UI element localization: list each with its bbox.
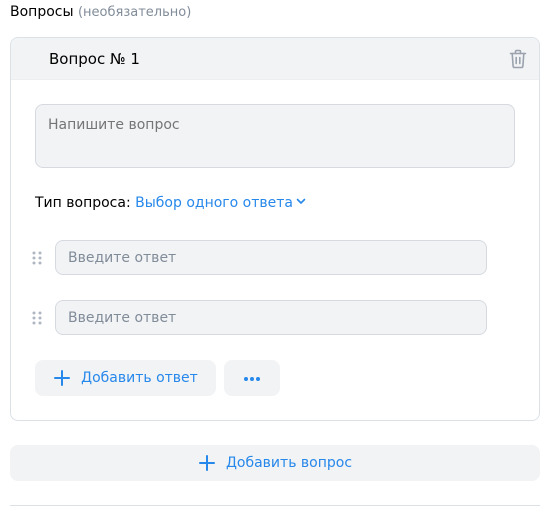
section-title-text: Вопросы xyxy=(10,4,74,20)
plus-icon xyxy=(53,369,71,387)
plus-icon xyxy=(198,454,216,472)
question-type-select[interactable]: Выбор одного ответа xyxy=(135,195,307,211)
question-type-value: Выбор одного ответа xyxy=(135,195,293,211)
answer-row xyxy=(31,300,491,336)
add-answer-button[interactable]: Добавить ответ xyxy=(35,360,216,396)
drag-handle-icon[interactable] xyxy=(31,310,43,326)
add-question-button[interactable]: Добавить вопрос xyxy=(10,445,540,481)
divider xyxy=(10,505,540,506)
answer-row xyxy=(31,240,491,276)
chevron-down-icon xyxy=(295,194,307,212)
drag-handle-icon[interactable] xyxy=(31,250,43,266)
more-options-button[interactable] xyxy=(224,360,280,396)
question-header: Вопрос № 1 xyxy=(11,38,539,80)
more-horizontal-icon xyxy=(243,370,261,386)
add-question-label: Добавить вопрос xyxy=(225,455,353,471)
question-type-label: Тип вопроса: xyxy=(35,195,131,211)
optional-hint: (необязательно) xyxy=(77,5,192,20)
trash-icon[interactable] xyxy=(509,49,527,69)
answer-input[interactable] xyxy=(55,300,487,335)
question-input[interactable] xyxy=(35,104,515,168)
section-title: Вопросы (необязательно) xyxy=(10,3,191,22)
question-title: Вопрос № 1 xyxy=(49,50,140,68)
question-card: Вопрос № 1 Тип вопроса: Выбор одного отв… xyxy=(10,37,540,421)
question-type-row: Тип вопроса: Выбор одного ответа xyxy=(35,194,307,212)
answer-input[interactable] xyxy=(55,240,487,275)
add-answer-label: Добавить ответ xyxy=(81,370,198,386)
